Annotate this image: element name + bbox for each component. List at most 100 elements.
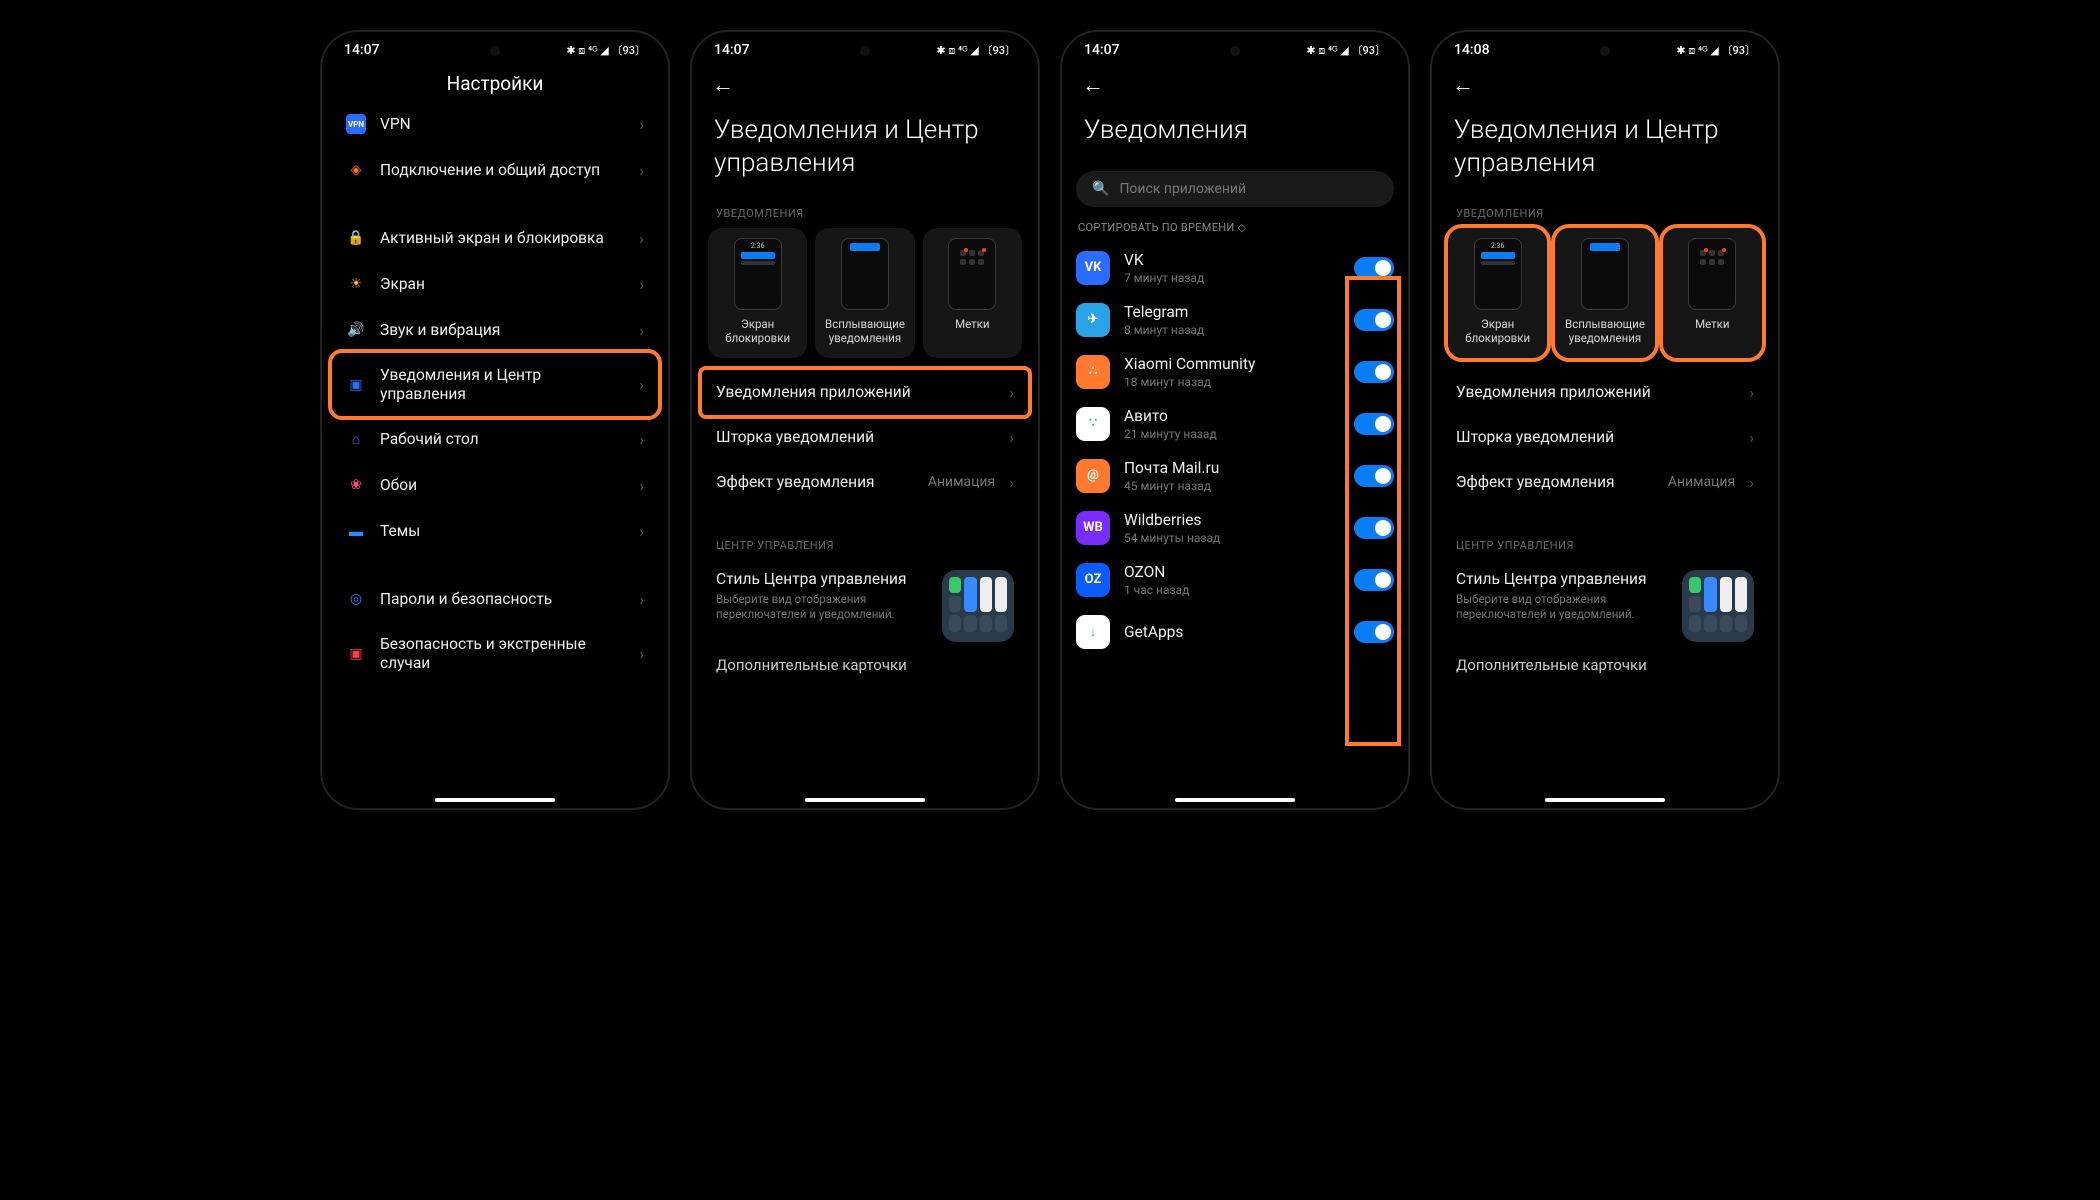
card-1[interactable]: Всплывающие уведомления [815, 228, 914, 358]
row-label: Шторка уведомлений [716, 428, 995, 446]
app-name: GetApps [1124, 623, 1340, 641]
back-button[interactable]: ← [1452, 72, 1474, 98]
cc-style-row[interactable]: Стиль Центра управления Выберите вид ото… [1442, 560, 1768, 642]
status-icons: ✱ ⧈ ⁴ᴳ ◢ 〔93〕 [1306, 42, 1386, 58]
settings-item-label: VPN [380, 115, 625, 134]
settings-item-sound[interactable]: 🔊 Звук и вибрация › [332, 307, 658, 353]
notification-toggle[interactable] [1354, 569, 1394, 591]
card-2[interactable]: Метки [923, 228, 1022, 358]
notification-toggle[interactable] [1354, 465, 1394, 487]
row-item[interactable]: Уведомления приложений › [702, 370, 1028, 415]
settings-item-lock[interactable]: 🔒 Активный экран и блокировка › [332, 215, 658, 261]
status-icons: ✱ ⧈ ⁴ᴳ ◢ 〔93〕 [936, 42, 1016, 58]
header: ← [1062, 62, 1408, 104]
notification-toggle[interactable] [1354, 413, 1394, 435]
cards-row: 2:36Экран блокировки Всплывающие уведомле… [1442, 228, 1768, 358]
row-label: Шторка уведомлений [1456, 428, 1735, 446]
card-label: Экран блокировки [1454, 318, 1541, 346]
row-item[interactable]: Уведомления приложений › [1442, 370, 1768, 415]
home-indicator [805, 798, 925, 802]
app-icon: @ [1076, 459, 1110, 493]
app-row[interactable]: @ Почта Mail.ru 45 минут назад [1062, 450, 1408, 502]
card-0[interactable]: 2:36Экран блокировки [1448, 228, 1547, 358]
status-icons: ✱ ⧈ ⁴ᴳ ◢ 〔93〕 [566, 42, 646, 58]
notification-toggle[interactable] [1354, 257, 1394, 279]
settings-item-label: Уведомления и Центр управления [380, 366, 625, 403]
card-0[interactable]: 2:36Экран блокировки [708, 228, 807, 358]
app-row[interactable]: ✈ Telegram 8 минут назад [1062, 294, 1408, 346]
card-1[interactable]: Всплывающие уведомления [1555, 228, 1654, 358]
app-row[interactable]: WB Wildberries 54 минуты назад [1062, 502, 1408, 554]
settings-item-sec[interactable]: ◎ Пароли и безопасность › [332, 576, 658, 622]
sort-row[interactable]: СОРТИРОВАТЬ ПО ВРЕМЕНИ ◇ [1062, 217, 1408, 242]
app-info: Xiaomi Community 18 минут назад [1124, 355, 1340, 389]
back-button[interactable]: ← [1082, 72, 1104, 98]
notification-toggle[interactable] [1354, 361, 1394, 383]
card-2[interactable]: Метки [1663, 228, 1762, 358]
content: УВЕДОМЛЕНИЯ 2:36Экран блокировкиВсплываю… [692, 195, 1038, 808]
app-row[interactable]: ∴ Xiaomi Community 18 минут назад [1062, 346, 1408, 398]
card-label: Всплывающие уведомления [1561, 318, 1648, 346]
settings-item-share[interactable]: ◈ Подключение и общий доступ › [332, 147, 658, 193]
chevron-right-icon: › [639, 275, 644, 294]
lock-icon: 🔒 [346, 228, 366, 248]
app-name: Xiaomi Community [1124, 355, 1340, 373]
settings-item-label: Активный экран и блокировка [380, 229, 625, 248]
chevron-right-icon: › [639, 590, 644, 609]
status-time: 14:07 [344, 42, 380, 58]
app-icon: VK [1076, 251, 1110, 285]
app-icon: ↓ [1076, 615, 1110, 649]
page-title: Уведомления и Центр управления [1432, 104, 1778, 195]
status-time: 14:07 [1084, 42, 1120, 58]
app-name: Почта Mail.ru [1124, 459, 1340, 477]
status-time: 14:08 [1454, 42, 1490, 58]
cc-subtitle: Выберите вид отображения переключателей … [716, 592, 930, 622]
app-info: VK 7 минут назад [1124, 251, 1340, 285]
app-row[interactable]: OZ OZON 1 час назад [1062, 554, 1408, 606]
app-icon: OZ [1076, 563, 1110, 597]
chevron-right-icon: › [639, 430, 644, 449]
app-row[interactable]: VK VK 7 минут назад [1062, 242, 1408, 294]
app-subtitle: 1 час назад [1124, 583, 1340, 597]
sun-icon: ☀ [346, 274, 366, 294]
chevron-right-icon: › [639, 375, 644, 394]
row-label: Эффект уведомления [716, 473, 914, 491]
settings-item-notif[interactable]: ▣ Уведомления и Центр управления › [332, 353, 658, 416]
screen-app-notifications: 14:07 ✱ ⧈ ⁴ᴳ ◢ 〔93〕 ← Уведомления 🔍 Поис… [1060, 30, 1410, 810]
app-icon: ∵ [1076, 407, 1110, 441]
settings-item-sos[interactable]: ▣ Безопасность и экстренные случаи › [332, 622, 658, 685]
page-title: Уведомления [1062, 104, 1408, 163]
page-title: Настройки [342, 72, 648, 95]
chevron-right-icon: › [639, 476, 644, 495]
settings-item-theme[interactable]: ▬ Темы › [332, 508, 658, 554]
card-label: Всплывающие уведомления [821, 318, 908, 346]
notification-toggle[interactable] [1354, 517, 1394, 539]
row-additional-cards[interactable]: Дополнительные карточки [702, 642, 1028, 674]
search-input[interactable]: 🔍 Поиск приложений [1076, 171, 1394, 207]
settings-item-sun[interactable]: ☀ Экран › [332, 261, 658, 307]
home-icon: ⌂ [346, 429, 366, 449]
chevron-right-icon: › [639, 229, 644, 248]
row-item[interactable]: Шторка уведомлений › [1442, 415, 1768, 460]
row-value: Анимация [928, 474, 995, 490]
settings-item-home[interactable]: ⌂ Рабочий стол › [332, 416, 658, 462]
settings-item-vpn[interactable]: VPN VPN › [332, 101, 658, 147]
cc-style-row[interactable]: Стиль Центра управления Выберите вид ото… [702, 560, 1028, 642]
section-label-cc: ЦЕНТР УПРАВЛЕНИЯ [702, 527, 1028, 560]
app-row[interactable]: ↓ GetApps [1062, 606, 1408, 658]
sec-icon: ◎ [346, 589, 366, 609]
row-item[interactable]: Шторка уведомлений › [702, 415, 1028, 460]
app-row[interactable]: ∵ Авито 21 минуту назад [1062, 398, 1408, 450]
row-additional-cards[interactable]: Дополнительные карточки [1442, 642, 1768, 674]
notification-toggle[interactable] [1354, 309, 1394, 331]
notification-toggle[interactable] [1354, 621, 1394, 643]
row-item[interactable]: Эффект уведомления Анимация › [702, 460, 1028, 505]
notif-icon: ▣ [346, 375, 366, 395]
settings-item-wall[interactable]: ❀ Обои › [332, 462, 658, 508]
settings-item-label: Звук и вибрация [380, 321, 625, 340]
back-button[interactable]: ← [712, 72, 734, 98]
row-item[interactable]: Эффект уведомления Анимация › [1442, 460, 1768, 505]
app-subtitle: 54 минуты назад [1124, 531, 1340, 545]
screen-settings: 14:07 ✱ ⧈ ⁴ᴳ ◢ 〔93〕 Настройки VPN VPN ›◈… [320, 30, 670, 810]
app-subtitle: 8 минут назад [1124, 323, 1340, 337]
